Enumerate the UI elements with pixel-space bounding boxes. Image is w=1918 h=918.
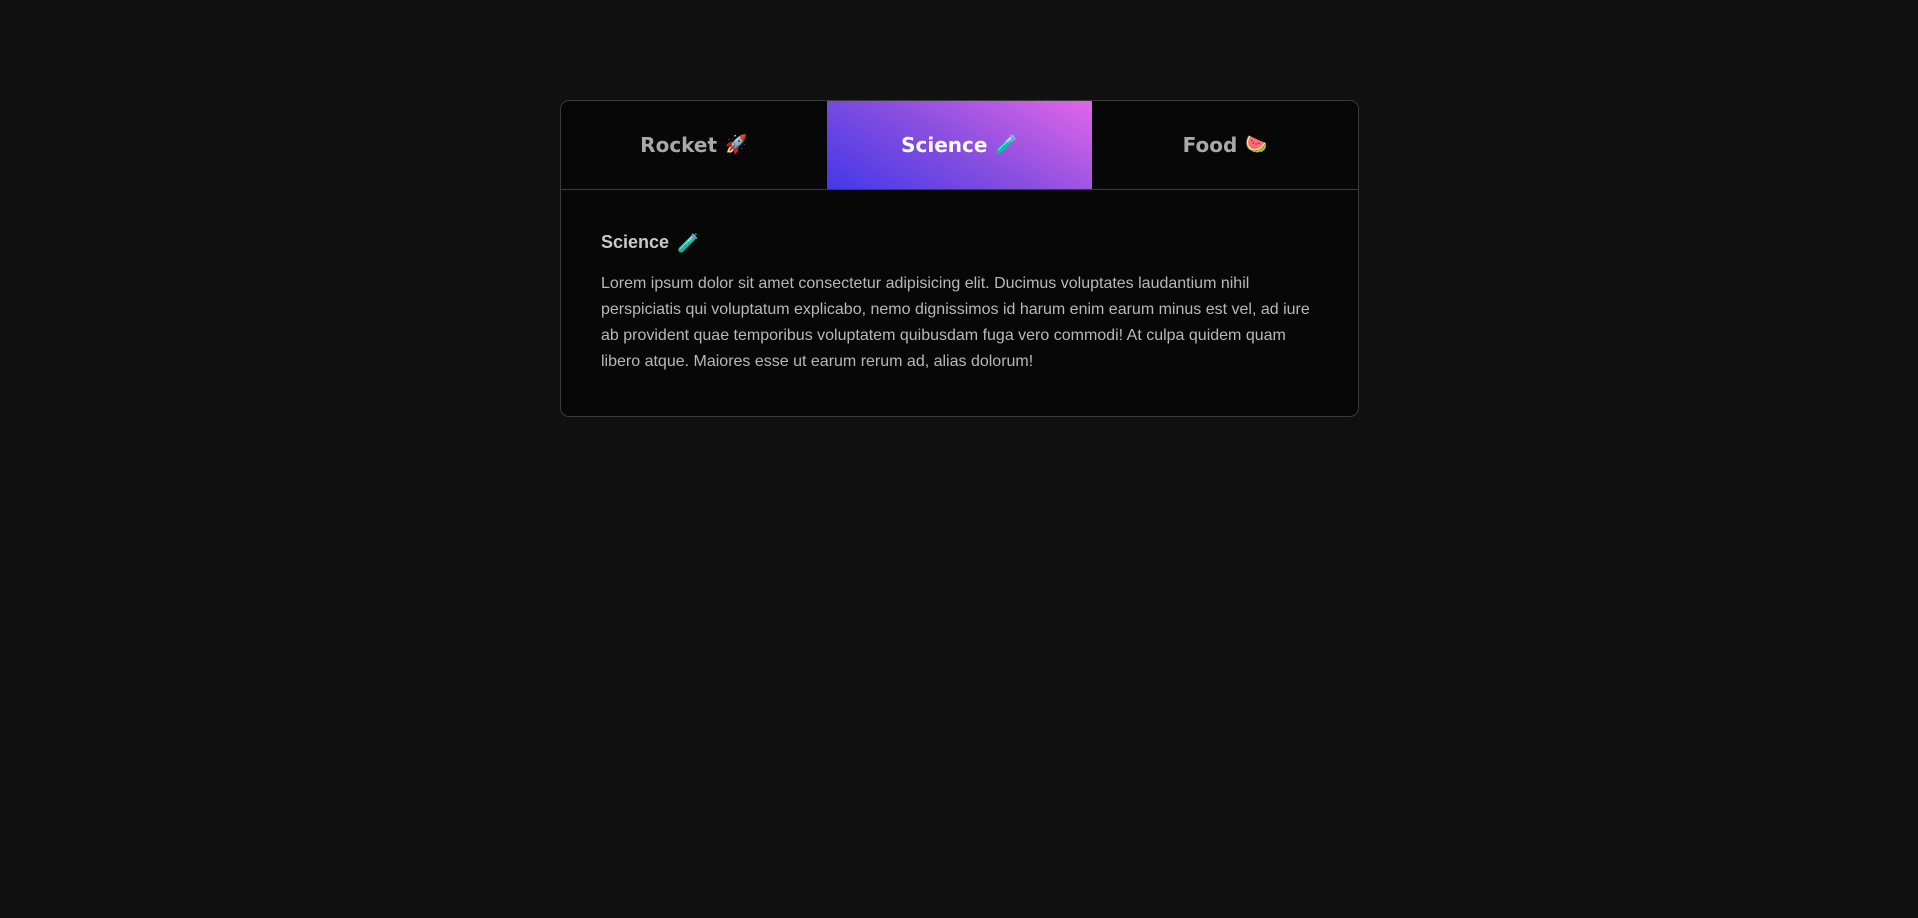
tab-bar: Rocket 🚀 Science 🧪 Food 🍉 xyxy=(561,101,1358,190)
tab-panel: Science 🧪 Lorem ipsum dolor sit amet con… xyxy=(561,190,1358,375)
test-tube-icon: 🧪 xyxy=(677,232,700,253)
tab-science[interactable]: Science 🧪 xyxy=(826,101,1093,189)
panel-title-text: Science xyxy=(601,232,670,252)
tab-label: Food xyxy=(1182,133,1238,157)
watermelon-icon: 🍉 xyxy=(1245,134,1268,155)
test-tube-icon: 🧪 xyxy=(995,134,1018,155)
panel-text: Lorem ipsum dolor sit amet consectetur a… xyxy=(601,275,1310,370)
rocket-icon: 🚀 xyxy=(725,134,748,155)
tab-rocket[interactable]: Rocket 🚀 xyxy=(561,101,827,189)
tab-food[interactable]: Food 🍉 xyxy=(1092,101,1358,189)
panel-title: Science 🧪 xyxy=(601,232,1318,253)
tabs-card: Rocket 🚀 Science 🧪 Food 🍉 Science 🧪 Lore… xyxy=(560,100,1359,417)
tab-label: Rocket xyxy=(640,133,718,157)
tab-label: Science xyxy=(901,133,988,157)
